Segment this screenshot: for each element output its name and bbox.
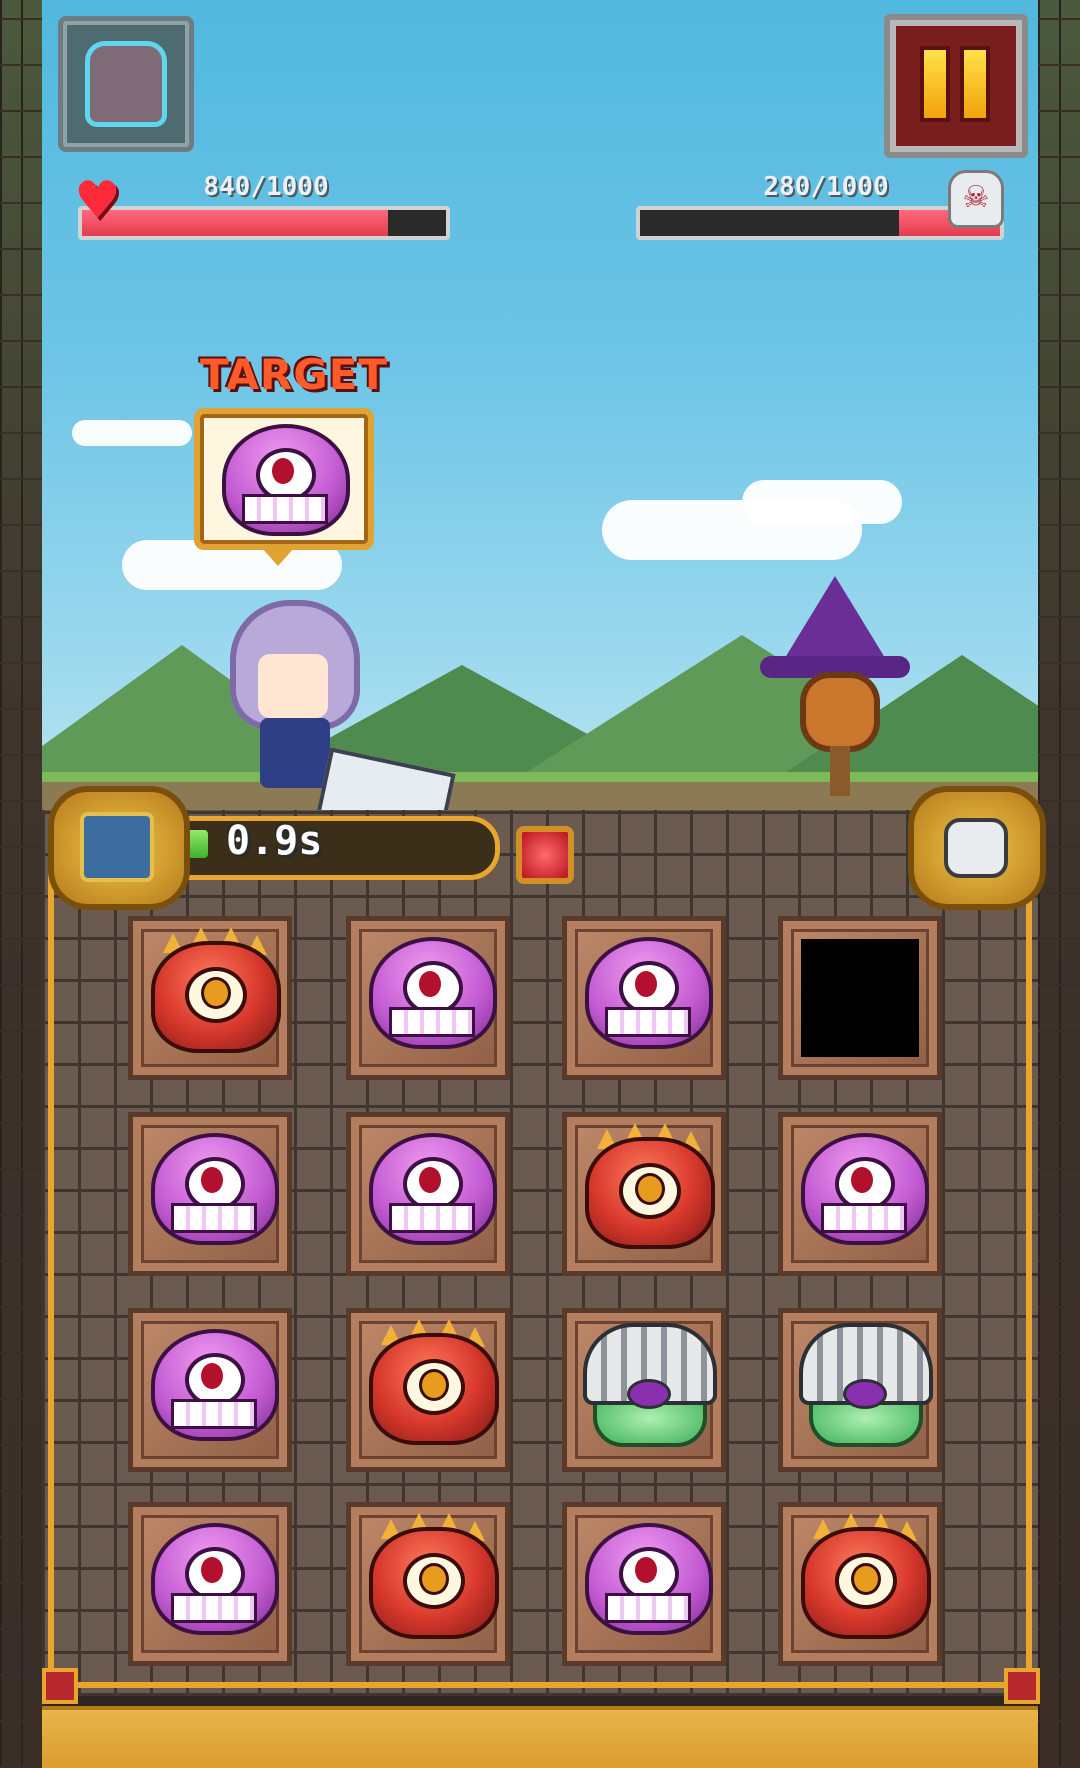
rocket-icon xyxy=(80,812,154,882)
monster-tile[interactable] xyxy=(346,1308,510,1472)
left-stone-wall xyxy=(0,0,42,1768)
purple-slime-icon xyxy=(361,927,497,1049)
target-label: TARGET xyxy=(200,350,389,399)
hero-character xyxy=(210,600,456,841)
player-hp-bar xyxy=(78,206,450,240)
pause-icon xyxy=(920,46,950,122)
player-hp-text: 840/1000 xyxy=(203,172,329,202)
red-cyclops-icon xyxy=(143,927,281,1053)
pause-button[interactable] xyxy=(884,14,1028,158)
monster-tile[interactable] xyxy=(562,916,726,1080)
pause-icon xyxy=(960,46,990,122)
red-cyclops-icon xyxy=(361,1513,499,1639)
purple-slime-icon xyxy=(361,1123,497,1245)
board-bottom-ledge xyxy=(42,1706,1038,1768)
empty-tile[interactable] xyxy=(778,916,942,1080)
monster-tile[interactable] xyxy=(346,1502,510,1666)
boss-skill-button[interactable] xyxy=(908,786,1046,910)
empty-slot xyxy=(801,939,919,1057)
combo-timer-text: 0.9s xyxy=(226,818,323,864)
purple-slime-icon xyxy=(577,927,713,1049)
game-screen: 840/1000 ♥ 280/1000 ☠ TARGET 0.9s xyxy=(0,0,1080,1768)
enemy-hp-text: 280/1000 xyxy=(763,172,889,202)
purple-slime-icon xyxy=(793,1123,929,1245)
red-gem-icon xyxy=(516,826,574,884)
monster-portrait-icon xyxy=(85,41,167,127)
monster-tile[interactable] xyxy=(778,1502,942,1666)
monster-tile[interactable] xyxy=(778,1112,942,1276)
purple-slime-icon xyxy=(143,1123,279,1245)
purple-slime-icon xyxy=(214,414,350,536)
purple-slime-icon xyxy=(143,1513,279,1635)
monster-tile[interactable] xyxy=(128,916,292,1080)
skull-badge-icon xyxy=(944,818,1008,878)
cloud xyxy=(72,420,192,446)
corner-stud xyxy=(42,1668,78,1704)
monster-tile[interactable] xyxy=(346,1112,510,1276)
monster-tile[interactable] xyxy=(128,1502,292,1666)
cloud xyxy=(742,480,902,524)
red-cyclops-icon xyxy=(793,1513,931,1639)
target-monster-frame xyxy=(194,408,374,550)
monster-tile[interactable] xyxy=(562,1112,726,1276)
monster-tile[interactable] xyxy=(562,1308,726,1472)
purple-slime-icon xyxy=(143,1319,279,1441)
monster-tile[interactable] xyxy=(346,916,510,1080)
red-cyclops-icon xyxy=(577,1123,715,1249)
corner-stud xyxy=(1004,1668,1040,1704)
red-cyclops-icon xyxy=(361,1319,499,1445)
monster-tile[interactable] xyxy=(128,1112,292,1276)
monster-tile[interactable] xyxy=(128,1308,292,1472)
right-stone-wall xyxy=(1038,0,1080,1768)
boss-portrait-button[interactable] xyxy=(58,16,194,152)
monster-tile[interactable] xyxy=(778,1308,942,1472)
armored-knight-icon xyxy=(577,1319,717,1447)
heart-icon: ♥ xyxy=(74,171,121,231)
monster-tile[interactable] xyxy=(562,1502,726,1666)
skull-icon: ☠ xyxy=(948,170,1004,228)
target-pointer xyxy=(262,548,294,566)
scarecrow-enemy xyxy=(730,576,930,806)
armored-knight-icon xyxy=(793,1319,933,1447)
purple-slime-icon xyxy=(577,1513,713,1635)
skill-button[interactable] xyxy=(48,786,190,910)
